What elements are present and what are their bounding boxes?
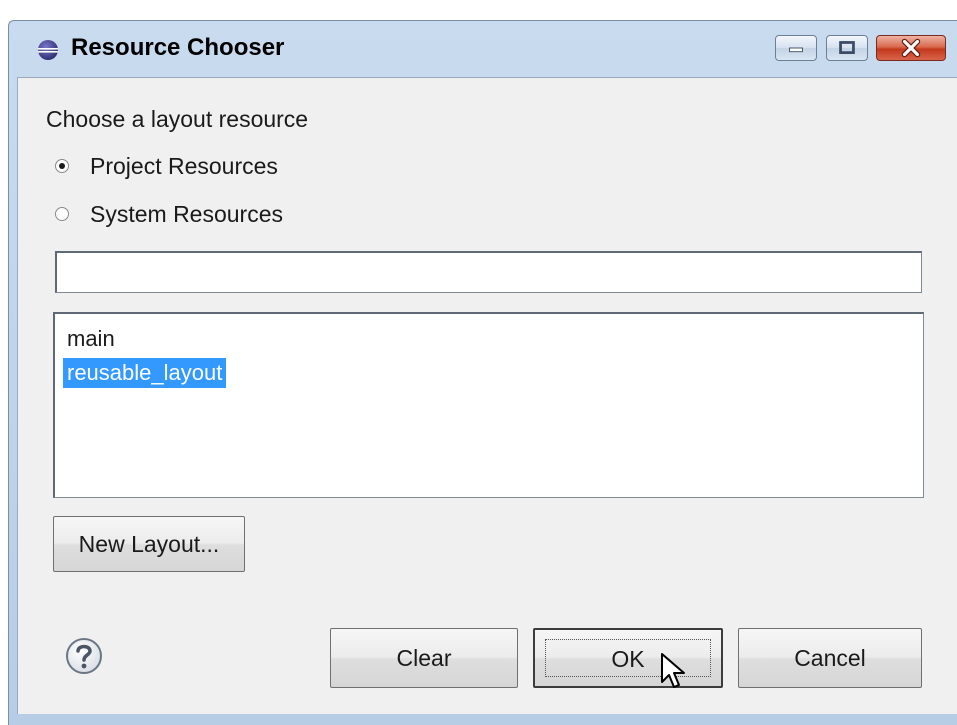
eclipse-icon (38, 40, 58, 60)
prompt-label: Choose a layout resource (46, 106, 309, 132)
screen: Resource Chooser Choose a layout resourc… (0, 0, 957, 725)
maximize-icon (839, 41, 855, 54)
resource-list[interactable]: main reusable_layout (53, 312, 924, 498)
clear-button[interactable]: Clear (330, 628, 518, 688)
help-icon[interactable] (64, 636, 104, 676)
cancel-label: Cancel (794, 645, 866, 671)
close-button[interactable] (876, 35, 946, 61)
list-item-selected[interactable]: reusable_layout (63, 358, 227, 388)
new-layout-label: New Layout... (78, 531, 220, 557)
list-item[interactable]: main (63, 324, 119, 354)
ok-button[interactable]: OK (533, 628, 723, 688)
title-bar[interactable]: Resource Chooser (9, 21, 957, 77)
new-layout-button[interactable]: New Layout... (53, 516, 245, 572)
radio-label: System Resources (90, 201, 284, 227)
minimize-button[interactable] (775, 35, 817, 61)
filter-input[interactable] (55, 251, 922, 293)
close-icon (901, 38, 921, 58)
radio-selected-icon[interactable] (54, 158, 70, 174)
window-title: Resource Chooser (71, 34, 285, 61)
radio-label: Project Resources (90, 153, 278, 179)
maximize-button[interactable] (826, 35, 868, 61)
radio-unselected-icon[interactable] (54, 206, 70, 222)
mouse-cursor-icon (661, 653, 685, 688)
ok-label: OK (611, 646, 645, 672)
clear-label: Clear (396, 645, 452, 671)
cancel-button[interactable]: Cancel (738, 628, 922, 688)
minimize-icon (789, 47, 803, 53)
